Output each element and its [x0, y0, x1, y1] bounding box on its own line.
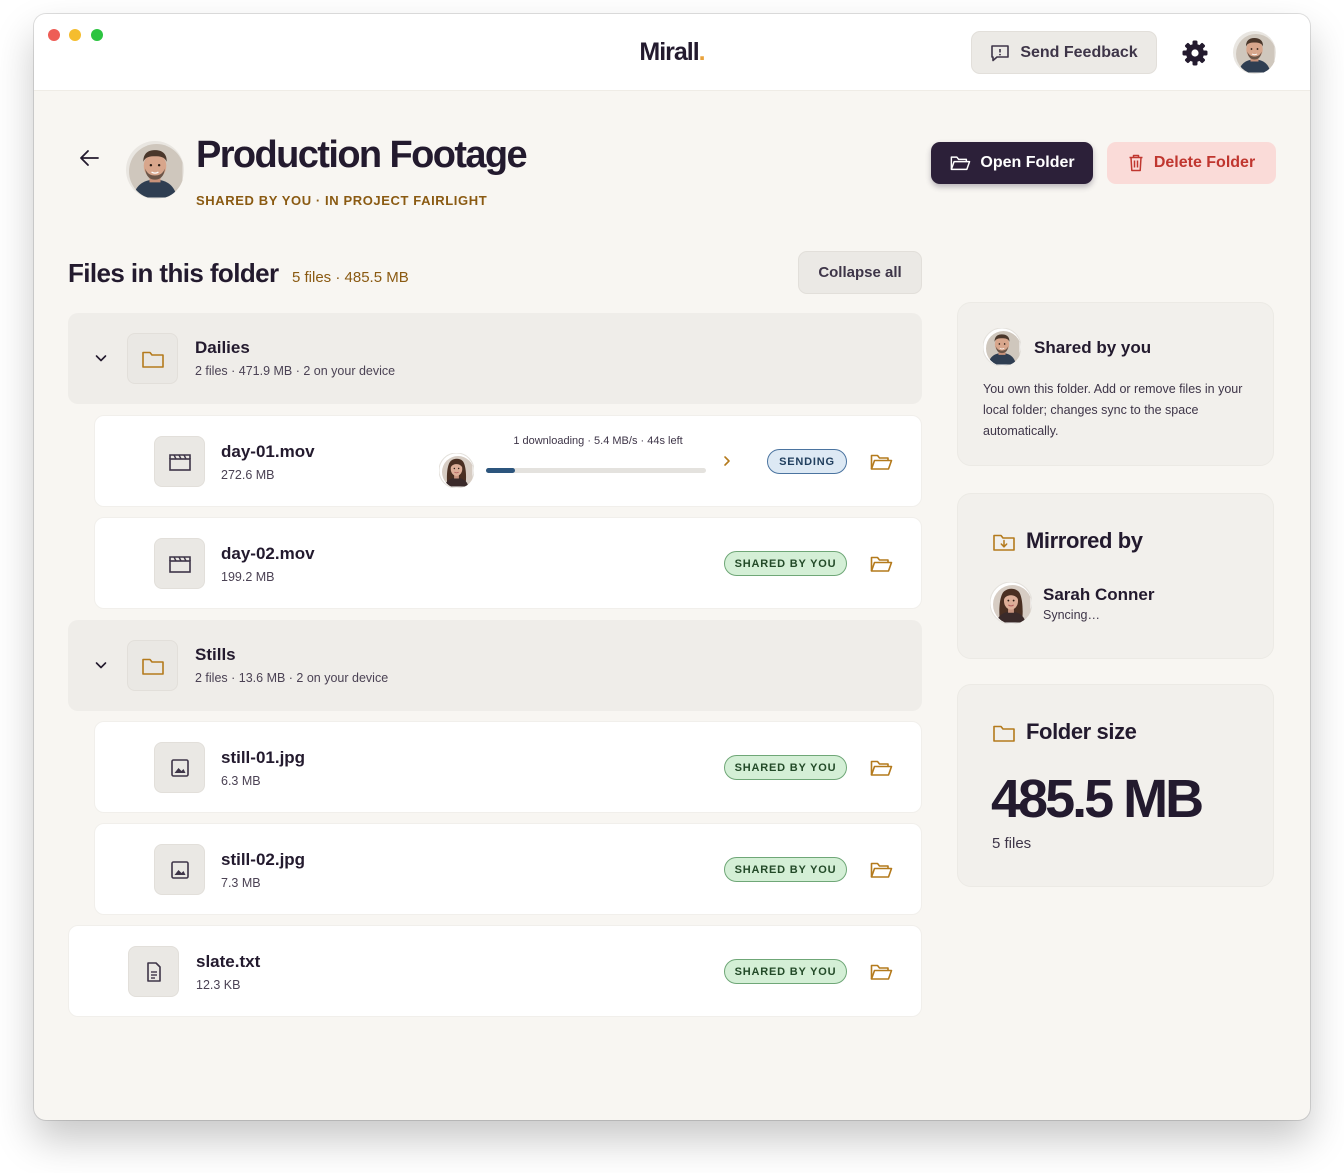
folder-icon: [141, 348, 165, 370]
status-badge: SHARED BY YOU: [724, 857, 847, 882]
message-icon: [991, 44, 1010, 61]
open-folder-label: Open Folder: [980, 154, 1075, 171]
page-subtitle: SHARED BY YOU · IN PROJECT FAIRLIGHT: [196, 193, 488, 208]
status-badge: SENDING: [767, 449, 847, 474]
file-tile: [154, 436, 205, 487]
owner-avatar: [983, 328, 1021, 366]
file-name: still-02.jpg: [221, 850, 306, 869]
folder-open-icon: [951, 156, 971, 171]
folder-tile: [127, 333, 178, 384]
delete-folder-button[interactable]: Delete Folder: [1107, 142, 1276, 184]
group-details: 2 files · 471.9 MB · 2 on your device: [195, 364, 396, 378]
send-feedback-button[interactable]: Send Feedback: [971, 31, 1157, 74]
clapperboard-icon: [168, 453, 191, 471]
card-title: Mirrored by: [1026, 528, 1143, 553]
logo-dot: .: [698, 38, 706, 66]
file-size: 7.3 MB: [221, 876, 261, 890]
trash-icon: [1129, 154, 1143, 172]
folder-icon: [141, 655, 165, 677]
group-name: Stills: [195, 645, 236, 664]
download-progress-bar: [486, 468, 706, 473]
collapse-all-button[interactable]: Collapse all: [798, 251, 922, 294]
mirrored-by-card: Mirrored by Sarah Conner Syncing…: [957, 493, 1274, 659]
folder-tile: [127, 640, 178, 691]
image-icon: [170, 860, 189, 879]
folder-open-icon[interactable]: [869, 859, 893, 881]
file-row[interactable]: still-02.jpg 7.3 MB SHARED BY YOU: [94, 823, 922, 915]
folder-open-icon[interactable]: [869, 451, 893, 473]
page-title: Production Footage: [196, 134, 528, 176]
card-title: Shared by you: [1034, 338, 1152, 357]
folder-file-count: 5 files: [992, 835, 1032, 852]
app-window: Mirall. Send Feedback Production Footage…: [34, 14, 1310, 1120]
file-row[interactable]: still-01.jpg 6.3 MB SHARED BY YOU: [94, 721, 922, 813]
file-size: 6.3 MB: [221, 774, 261, 788]
gear-icon[interactable]: [1181, 39, 1209, 67]
files-heading: Files in this folder: [68, 258, 279, 288]
status-badge: SHARED BY YOU: [724, 755, 847, 780]
downloader-avatar: [439, 453, 474, 488]
status-badge: SHARED BY YOU: [724, 551, 847, 576]
logo-text: Mirall: [639, 38, 699, 66]
titlebar: Mirall. Send Feedback: [34, 14, 1310, 91]
document-icon: [146, 961, 161, 982]
file-tile: [154, 538, 205, 589]
file-name: day-01.mov: [221, 442, 315, 461]
chevron-right-icon[interactable]: [721, 454, 733, 468]
shared-by-you-card: Shared by you You own this folder. Add o…: [957, 302, 1274, 466]
file-row[interactable]: day-01.mov 272.6 MB 1 downloading · 5.4 …: [94, 415, 922, 507]
folder-open-icon[interactable]: [869, 757, 893, 779]
clapperboard-icon: [168, 555, 191, 573]
mirror-sync-status: Syncing…: [1043, 608, 1100, 622]
image-icon: [170, 758, 189, 777]
file-name: day-02.mov: [221, 544, 315, 563]
folder-icon: [992, 722, 1016, 744]
file-row[interactable]: day-02.mov 199.2 MB SHARED BY YOU: [94, 517, 922, 609]
send-feedback-label: Send Feedback: [1020, 43, 1138, 61]
folder-group-dailies[interactable]: Dailies 2 files · 471.9 MB · 2 on your d…: [68, 313, 922, 404]
user-avatar[interactable]: [1233, 31, 1276, 74]
folder-open-icon[interactable]: [869, 553, 893, 575]
mirror-user-name: Sarah Conner: [1043, 585, 1155, 604]
folder-open-icon[interactable]: [869, 961, 893, 983]
file-tile: [154, 844, 205, 895]
file-name: slate.txt: [196, 952, 261, 971]
open-folder-button[interactable]: Open Folder: [931, 142, 1093, 184]
arrow-left-icon[interactable]: [78, 147, 100, 169]
file-row[interactable]: slate.txt 12.3 KB SHARED BY YOU: [68, 925, 922, 1017]
chevron-down-icon[interactable]: [94, 658, 108, 672]
card-description: You own this folder. Add or remove files…: [983, 382, 1243, 438]
folder-group-stills[interactable]: Stills 2 files · 13.6 MB · 2 on your dev…: [68, 620, 922, 711]
file-size: 199.2 MB: [221, 570, 275, 584]
file-size: 12.3 KB: [196, 978, 241, 992]
download-status: 1 downloading · 5.4 MB/s · 44s left: [513, 435, 683, 447]
folder-download-icon: [993, 534, 1015, 551]
chevron-down-icon[interactable]: [94, 351, 108, 365]
group-details: 2 files · 13.6 MB · 2 on your device: [195, 671, 389, 685]
files-summary: 5 files · 485.5 MB: [292, 269, 409, 286]
folder-size-value: 485.5 MB: [991, 769, 1204, 829]
group-name: Dailies: [195, 338, 250, 357]
status-badge: SHARED BY YOU: [724, 959, 847, 984]
owner-avatar: [126, 141, 184, 199]
delete-folder-label: Delete Folder: [1153, 154, 1256, 171]
file-size: 272.6 MB: [221, 468, 275, 482]
download-progress-fill: [486, 468, 515, 473]
folder-size-card: Folder size 485.5 MB 5 files: [957, 684, 1274, 887]
file-name: still-01.jpg: [221, 748, 306, 767]
file-tile: [128, 946, 179, 997]
card-title: Folder size: [1026, 719, 1137, 744]
file-tile: [154, 742, 205, 793]
mirror-user-avatar: [990, 582, 1032, 624]
